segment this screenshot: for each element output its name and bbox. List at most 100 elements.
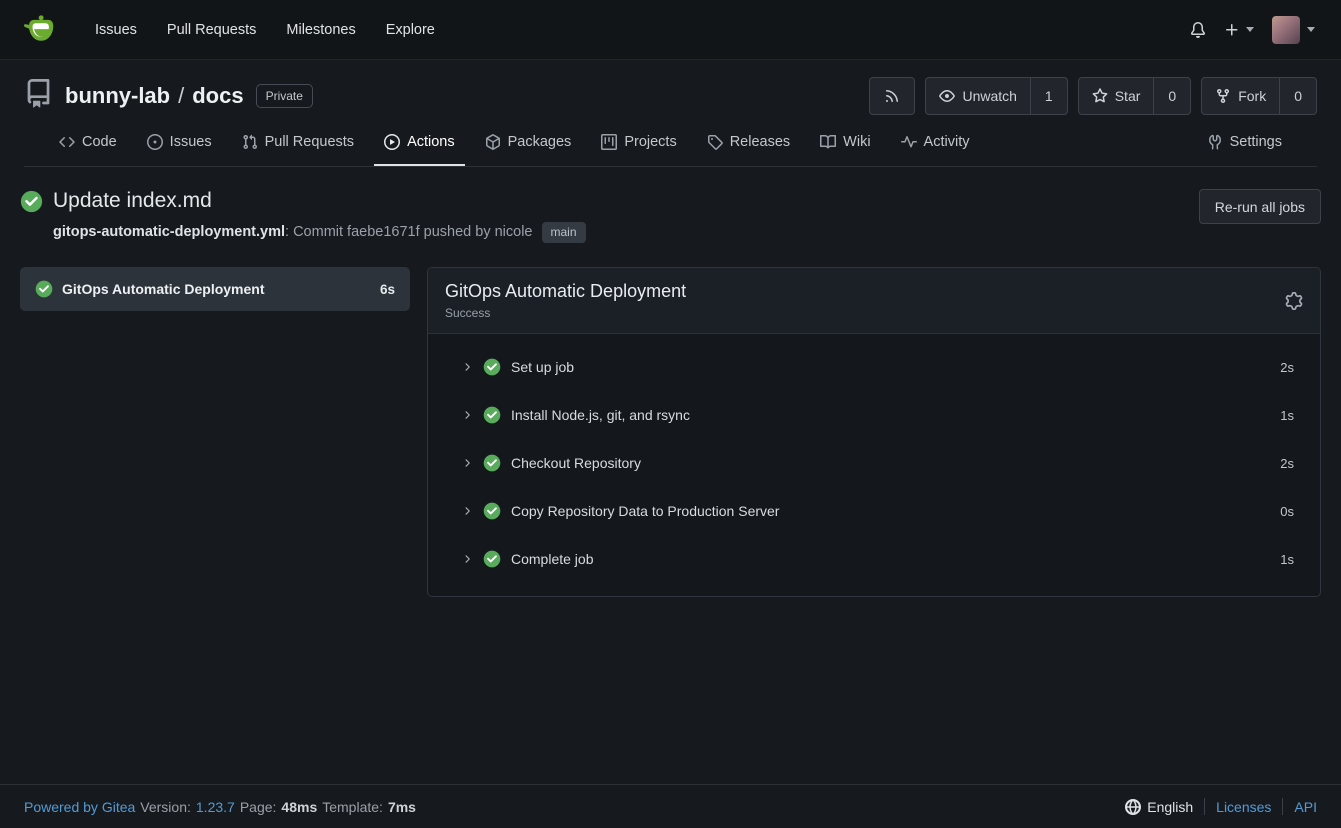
actions-run-view: Update index.md gitops-automatic-deploym… (0, 167, 1341, 784)
home-link[interactable] (22, 13, 56, 47)
job-detail-panel: GitOps Automatic Deployment Success Set … (427, 267, 1321, 597)
tab-issues[interactable]: Issues (137, 121, 222, 166)
step-row-checkout[interactable]: Checkout Repository 2s (428, 439, 1320, 487)
tab-label: Releases (730, 134, 790, 150)
tab-label: Issues (170, 134, 212, 150)
powered-by-gitea-link[interactable]: Powered by Gitea (24, 799, 135, 815)
issue-icon (147, 134, 163, 150)
tab-label: Pull Requests (265, 134, 354, 150)
job-list-item-selected[interactable]: GitOps Automatic Deployment 6s (20, 267, 410, 311)
step-name: Set up job (511, 359, 574, 375)
code-icon (59, 134, 75, 150)
step-duration: 2s (1280, 360, 1294, 375)
repo-tabs: Code Issues Pull Requests Actions Packag… (24, 115, 1317, 167)
nav-issues[interactable]: Issues (80, 14, 152, 46)
language-label: English (1147, 799, 1193, 815)
repo-name-link[interactable]: docs (192, 83, 243, 109)
repo-owner-link[interactable]: bunny-lab (65, 83, 170, 109)
job-options-button[interactable] (1285, 292, 1303, 310)
licenses-link[interactable]: Licenses (1216, 799, 1271, 815)
version-link[interactable]: 1.23.7 (196, 799, 235, 815)
step-row-setup[interactable]: Set up job 2s (428, 343, 1320, 391)
chevron-down-icon (1246, 27, 1254, 32)
fork-icon (1215, 88, 1231, 104)
nav-explore[interactable]: Explore (371, 14, 450, 46)
chevron-right-icon (461, 505, 473, 517)
run-header: Update index.md gitops-automatic-deploym… (20, 189, 1321, 243)
forks-count[interactable]: 0 (1279, 78, 1316, 114)
tab-packages[interactable]: Packages (475, 121, 582, 166)
book-icon (820, 134, 836, 150)
gear-icon (1285, 292, 1303, 310)
step-row-copy[interactable]: Copy Repository Data to Production Serve… (428, 487, 1320, 535)
pulse-icon (901, 134, 917, 150)
jobs-sidebar: GitOps Automatic Deployment 6s (20, 267, 410, 597)
language-selector[interactable]: English (1125, 799, 1193, 815)
step-row-complete[interactable]: Complete job 1s (428, 535, 1320, 583)
page-footer: Powered by Gitea Version: 1.23.7 Page: 4… (0, 784, 1341, 828)
steps-list: Set up job 2s Install Node.js, git, and … (428, 334, 1320, 596)
chevron-right-icon (461, 553, 473, 565)
run-header-left: Update index.md gitops-automatic-deploym… (20, 189, 586, 243)
nav-milestones[interactable]: Milestones (271, 14, 370, 46)
bell-icon (1190, 22, 1206, 38)
step-name: Checkout Repository (511, 455, 641, 471)
repo-title-row: bunny-lab / docs Private Unwatch 1 (24, 77, 1317, 115)
chevron-right-icon (461, 409, 473, 421)
workflow-file-link[interactable]: gitops-automatic-deployment.yml (53, 224, 285, 240)
footer-right: English Licenses API (1125, 798, 1317, 815)
step-row-install[interactable]: Install Node.js, git, and rsync 1s (428, 391, 1320, 439)
repo-separator: / (178, 83, 184, 109)
chevron-down-icon (1307, 27, 1315, 32)
branch-badge[interactable]: main (542, 222, 586, 243)
job-detail-title: GitOps Automatic Deployment (445, 281, 686, 302)
repo-icon (24, 79, 53, 113)
private-badge: Private (256, 84, 313, 108)
rss-button[interactable] (869, 77, 915, 115)
footer-left: Powered by Gitea Version: 1.23.7 Page: 4… (24, 799, 416, 815)
page-time-label: Page: (240, 799, 277, 815)
rerun-all-jobs-button[interactable]: Re-run all jobs (1199, 189, 1321, 224)
unwatch-button[interactable]: Unwatch (926, 78, 1029, 114)
watchers-count[interactable]: 1 (1030, 78, 1067, 114)
chevron-right-icon (461, 457, 473, 469)
create-new-dropdown[interactable] (1224, 22, 1254, 38)
step-success-check-icon (483, 358, 501, 376)
star-button-group: Star 0 (1078, 77, 1191, 115)
repo-header: bunny-lab / docs Private Unwatch 1 (0, 60, 1341, 167)
tab-label: Settings (1230, 134, 1282, 150)
template-time-value: 7ms (388, 799, 416, 815)
run-subtitle: gitops-automatic-deployment.yml: Commit … (53, 222, 586, 243)
tab-pull-requests[interactable]: Pull Requests (232, 121, 364, 166)
tab-wiki[interactable]: Wiki (810, 121, 880, 166)
user-menu[interactable] (1272, 16, 1315, 44)
tab-label: Code (82, 134, 117, 150)
top-navbar: Issues Pull Requests Milestones Explore (0, 0, 1341, 60)
tab-actions[interactable]: Actions (374, 121, 465, 166)
star-button[interactable]: Star (1079, 78, 1154, 114)
main-nav: Issues Pull Requests Milestones Explore (80, 14, 450, 46)
tab-settings[interactable]: Settings (1197, 121, 1292, 166)
eye-icon (939, 88, 955, 104)
step-name: Complete job (511, 551, 594, 567)
rss-icon (884, 88, 900, 104)
nav-pull-requests[interactable]: Pull Requests (152, 14, 271, 46)
watch-button-group: Unwatch 1 (925, 77, 1067, 115)
gitea-logo-icon (22, 13, 56, 47)
api-link[interactable]: API (1294, 799, 1317, 815)
pull-request-icon (242, 134, 258, 150)
unwatch-label: Unwatch (962, 88, 1016, 104)
navbar-right (1190, 16, 1315, 44)
tab-activity[interactable]: Activity (891, 121, 980, 166)
job-duration: 6s (380, 282, 395, 297)
notifications-button[interactable] (1190, 22, 1206, 38)
package-icon (485, 134, 501, 150)
fork-button[interactable]: Fork (1202, 78, 1279, 114)
tab-releases[interactable]: Releases (697, 121, 800, 166)
step-success-check-icon (483, 502, 501, 520)
tab-projects[interactable]: Projects (591, 121, 686, 166)
tab-code[interactable]: Code (49, 121, 127, 166)
stars-count[interactable]: 0 (1153, 78, 1190, 114)
footer-divider (1204, 798, 1205, 815)
tab-label: Packages (508, 134, 572, 150)
